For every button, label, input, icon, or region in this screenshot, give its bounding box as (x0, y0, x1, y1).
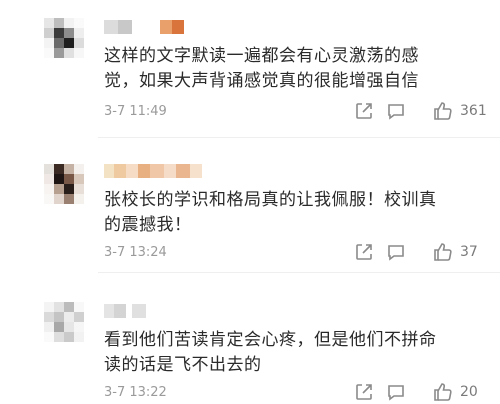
divider (98, 137, 500, 138)
comment-actions: 361 (354, 100, 500, 122)
avatar[interactable] (44, 18, 84, 58)
thumbs-up-icon[interactable] (432, 241, 454, 263)
username[interactable] (104, 164, 202, 178)
avatar[interactable] (44, 302, 84, 342)
share-icon[interactable] (354, 101, 374, 121)
comment-time: 3-7 11:49 (104, 104, 167, 119)
share-icon[interactable] (354, 382, 374, 402)
comment-item: 看到他们苦读肯定会心疼，但是他们不拼命读的话是飞不出去的 3-7 13:22 2… (0, 276, 500, 404)
comment-actions: 20 (354, 381, 500, 403)
comment-icon[interactable] (386, 382, 406, 402)
username[interactable] (104, 304, 146, 318)
comment-text: 这样的文字默读一遍都会有心灵激荡的感觉，如果大声背诵感觉真的很能增强自信 (104, 46, 419, 91)
comment-actions: 37 (354, 241, 500, 263)
thumbs-up-icon[interactable] (432, 381, 454, 403)
share-icon[interactable] (354, 242, 374, 262)
comment-time: 3-7 13:24 (104, 245, 167, 260)
username[interactable] (104, 20, 184, 34)
comment-item: 张校长的学识和格局真的让我佩服！校训真的震撼我！ 3-7 13:24 37 (0, 142, 500, 268)
comment-icon[interactable] (386, 242, 406, 262)
divider (98, 272, 500, 273)
avatar[interactable] (44, 164, 84, 204)
comment-time: 3-7 13:22 (104, 385, 167, 400)
comment-item: 这样的文字默读一遍都会有心灵激荡的感觉，如果大声背诵感觉真的很能增强自信 3-7… (0, 0, 500, 132)
like-count: 37 (460, 244, 478, 260)
comment-text: 张校长的学识和格局真的让我佩服！校训真的震撼我！ (104, 190, 437, 235)
like-count: 20 (460, 384, 478, 400)
like-count: 361 (460, 103, 487, 119)
comment-text: 看到他们苦读肯定会心疼，但是他们不拼命读的话是飞不出去的 (104, 330, 437, 375)
thumbs-up-icon[interactable] (432, 100, 454, 122)
comment-icon[interactable] (386, 101, 406, 121)
